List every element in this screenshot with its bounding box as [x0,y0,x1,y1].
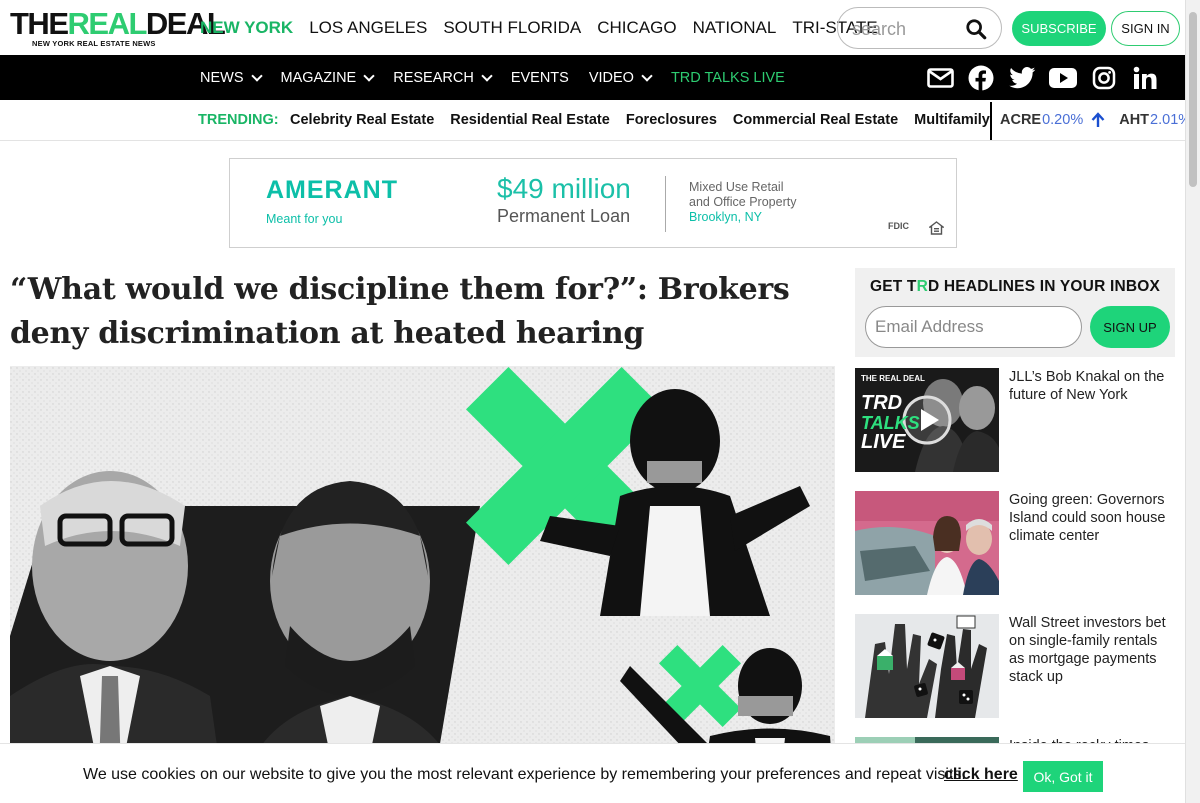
divider [665,176,666,232]
ticker-symbol: AHT [1119,112,1150,128]
newsletter-title: GET TRD HEADLINES IN YOUR INBOX [869,278,1161,295]
sidebar-story[interactable]: THE REAL DEAL TRD TALKS LIVE JLL’s Bob K… [855,368,1175,472]
chevron-down-icon [363,69,375,82]
nav-events[interactable]: EVENTS [511,70,569,86]
nav-video[interactable]: VIDEO [589,69,653,86]
mail-icon[interactable] [926,65,954,91]
ad-tagline: Meant for you [266,212,343,226]
facebook-icon[interactable] [967,65,995,91]
trending-item[interactable]: Celebrity Real Estate [290,112,434,128]
main-nav: NEWS MAGAZINE RESEARCH EVENTS VIDEO TRD … [0,55,1185,100]
region-chicago[interactable]: CHICAGO [597,18,676,38]
ad-loan-type: Permanent Loan [497,206,631,226]
story-thumbnail[interactable]: THE REAL DEAL TRD TALKS LIVE [855,368,999,472]
ticker-symbol: ACRE [1000,112,1042,128]
nav-trd-talks-live[interactable]: TRD TALKS LIVE [671,70,785,86]
thumb-label: TRD [861,392,903,414]
ad-location: Brooklyn, NY [689,210,762,224]
cookie-banner: We use cookies on our website to give yo… [0,743,1185,803]
arrow-up-icon [1091,112,1105,127]
ad-brand: AMERANT [266,176,398,204]
ticker-change: 0.20% [1042,112,1084,128]
sign-in-button[interactable]: SIGN IN [1111,11,1180,46]
logo-wordmark: THEREALDEAL [10,6,226,41]
nav-news[interactable]: NEWS [200,69,263,86]
trending-item[interactable]: Foreclosures [626,112,717,128]
trending-list: Celebrity Real Estate Residential Real E… [290,112,1006,128]
ticker-item[interactable]: ACRE 0.20% [1000,112,1105,128]
youtube-icon[interactable] [1049,65,1077,91]
site-logo[interactable]: THEREALDEAL NEW YORK REAL ESTATE NEWS [10,6,226,48]
email-field[interactable] [865,306,1082,348]
twitter-icon[interactable] [1008,65,1036,91]
sidebar-story[interactable]: Wall Street investors bet on single-fami… [855,614,1175,718]
region-nav: NEW YORK LOS ANGELES SOUTH FLORIDA CHICA… [200,18,894,38]
newsletter-signup: GET TRD HEADLINES IN YOUR INBOX SIGN UP [855,268,1175,357]
newsletter-signup-button[interactable]: SIGN UP [1090,306,1170,348]
advertisement-banner[interactable]: AMERANT Meant for you $49 million Perman… [229,158,957,248]
equal-housing-icon [929,221,944,235]
search-input[interactable] [852,18,962,40]
ad-property-line: Mixed Use Retail [689,180,784,194]
story-title[interactable]: Wall Street investors bet on single-fami… [1009,614,1175,686]
divider [990,102,992,140]
story-thumbnail[interactable] [855,491,999,595]
chevron-down-icon [641,69,653,82]
trending-label: TRENDING: [198,112,279,128]
fdic-logo: FDIC [888,221,909,231]
logo-subtitle: NEW YORK REAL ESTATE NEWS [32,39,156,48]
scrollbar[interactable] [1185,0,1200,803]
chevron-down-icon [250,69,263,82]
thumb-label: TALKS [861,413,920,433]
search-icon[interactable] [965,18,987,40]
nav-magazine[interactable]: MAGAZINE [281,69,375,86]
trending-bar: TRENDING: Celebrity Real Estate Resident… [0,100,1191,141]
trending-item[interactable]: Residential Real Estate [450,112,610,128]
stock-ticker: ACRE 0.20% AHT 2.01% [1000,112,1200,128]
sidebar-story[interactable]: Going green: Governors Island could soon… [855,491,1175,595]
subscribe-button[interactable]: SUBSCRIBE [1012,11,1106,46]
nav-research[interactable]: RESEARCH [393,69,493,86]
cookie-policy-link[interactable]: click here [944,766,1018,784]
social-links [926,65,1159,91]
trending-item[interactable]: Commercial Real Estate [733,112,898,128]
trending-item[interactable]: Multifamily [914,112,990,128]
region-los-angeles[interactable]: LOS ANGELES [309,18,427,38]
article-hero-image [10,366,835,803]
story-title[interactable]: JLL’s Bob Knakal on the future of New Yo… [1009,368,1175,404]
cookie-message: We use cookies on our website to give yo… [83,766,966,783]
thumb-brand: THE REAL DEAL [861,374,925,383]
region-south-florida[interactable]: SOUTH FLORIDA [443,18,581,38]
story-title[interactable]: Going green: Governors Island could soon… [1009,491,1175,545]
top-header: THEREALDEAL NEW YORK REAL ESTATE NEWS NE… [0,0,1185,55]
scrollbar-thumb[interactable] [1189,12,1197,187]
cookie-accept-button[interactable]: Ok, Got it [1023,761,1103,792]
region-national[interactable]: NATIONAL [693,18,777,38]
region-new-york[interactable]: NEW YORK [200,18,293,38]
article-headline: “What would we discipline them for?”: Br… [10,272,790,351]
story-thumbnail[interactable] [855,614,999,718]
ad-amount: $49 million [497,173,631,204]
instagram-icon[interactable] [1090,65,1118,91]
search-box [837,7,1002,49]
ticker-item[interactable]: AHT 2.01% [1119,112,1191,128]
thumb-label: LIVE [861,431,906,453]
chevron-down-icon [481,69,493,82]
linkedin-icon[interactable] [1131,65,1159,91]
ad-property-line: and Office Property [689,195,797,209]
page: THEREALDEAL NEW YORK REAL ESTATE NEWS NE… [0,0,1200,803]
